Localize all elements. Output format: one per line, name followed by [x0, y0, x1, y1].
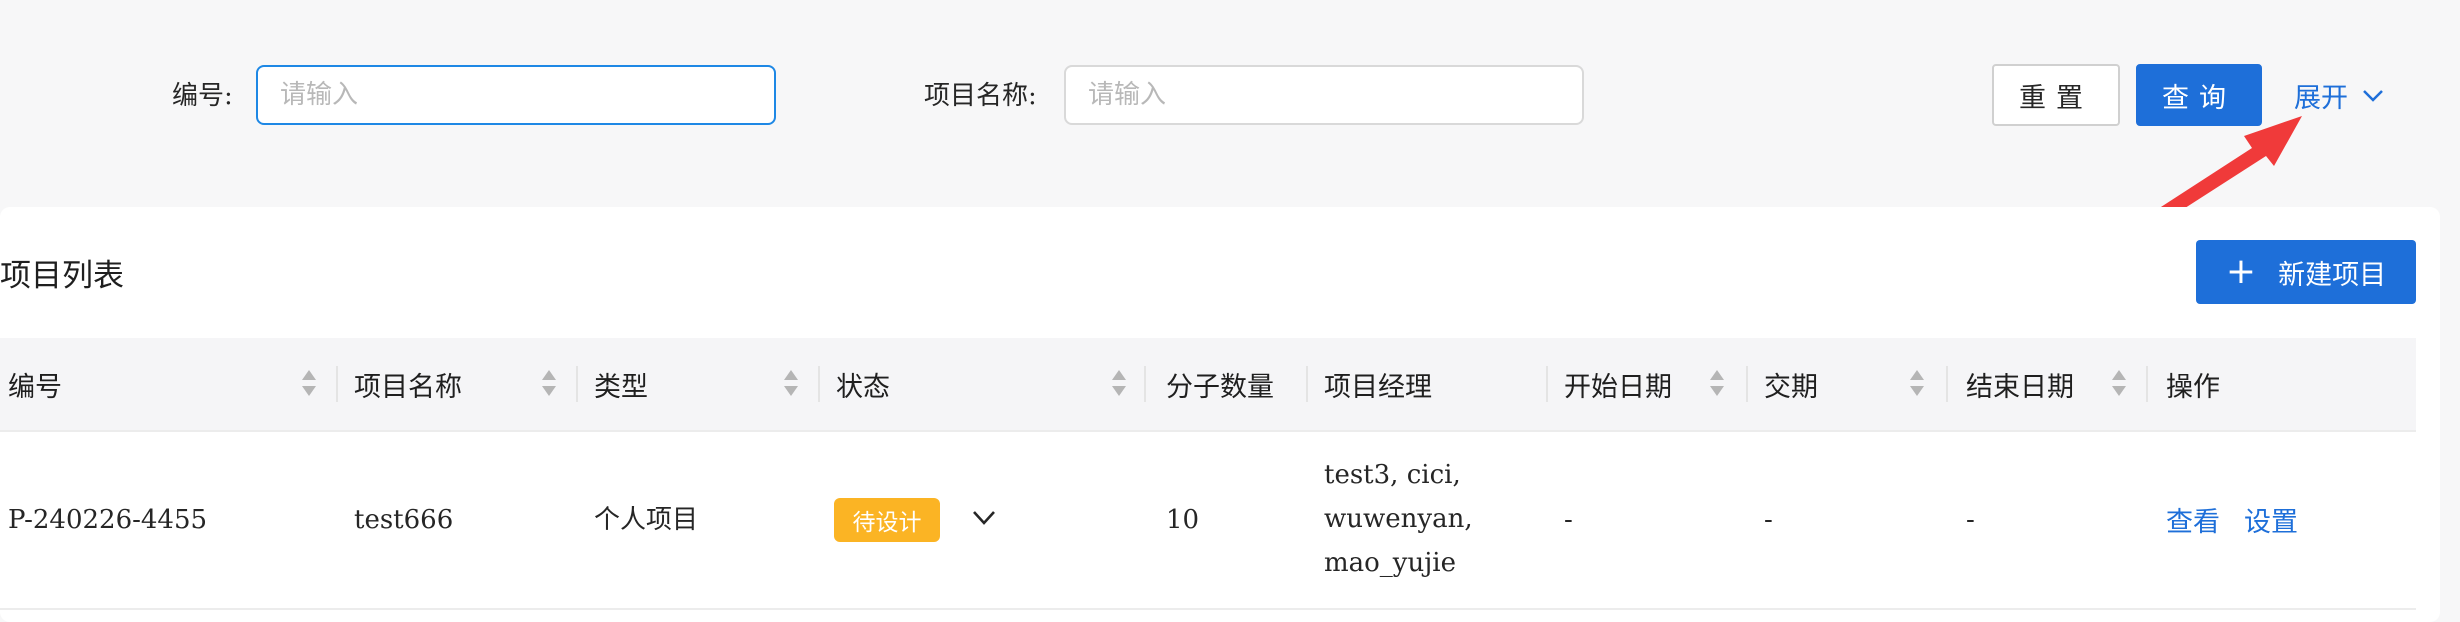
- cell-manager-line: test3, cici,: [1324, 460, 1461, 490]
- sort-icon[interactable]: [1708, 368, 1726, 398]
- column-header-end-date[interactable]: 结束日期: [1966, 338, 2074, 430]
- column-header-project-name[interactable]: 项目名称: [354, 338, 462, 430]
- column-divider: [818, 366, 820, 402]
- column-header-start-date[interactable]: 开始日期: [1564, 338, 1672, 430]
- code-filter-input[interactable]: [256, 65, 776, 125]
- column-header-type[interactable]: 类型: [594, 338, 648, 430]
- new-project-label: 新建项目: [2278, 259, 2387, 291]
- settings-link[interactable]: 设置: [2244, 500, 2298, 539]
- status-badge: 待设计: [834, 498, 940, 542]
- sort-icon[interactable]: [540, 368, 558, 398]
- column-divider: [1546, 366, 1548, 402]
- reset-button[interactable]: 重置: [1992, 64, 2120, 126]
- cell-end-date: -: [1966, 505, 1975, 535]
- cell-project-name: test666: [354, 505, 454, 535]
- column-divider: [2146, 366, 2148, 402]
- column-header-project-manager: 项目经理: [1324, 371, 1432, 403]
- column-divider: [576, 366, 578, 402]
- column-header-molecule-count: 分子数量: [1166, 371, 1274, 403]
- plus-icon: +: [2225, 251, 2257, 292]
- column-header-code[interactable]: 编号: [8, 338, 62, 430]
- cell-manager-line: mao_yujie: [1324, 548, 1457, 578]
- project-name-filter-label: 项目名称:: [924, 81, 1037, 111]
- cell-start-date: -: [1564, 505, 1573, 535]
- column-header-actions: 操作: [2166, 371, 2220, 403]
- column-divider: [1306, 366, 1308, 402]
- project-name-filter-input[interactable]: [1064, 65, 1584, 125]
- column-divider: [1946, 366, 1948, 402]
- sort-icon[interactable]: [300, 368, 318, 398]
- new-project-button[interactable]: + 新建项目: [2196, 240, 2416, 304]
- column-divider: [1144, 366, 1146, 402]
- sort-icon[interactable]: [1110, 368, 1128, 398]
- cell-molecule-count: 10: [1166, 505, 1200, 535]
- chevron-down-icon: [2363, 89, 2383, 102]
- filter-bar: 编号: 项目名称: 重置 查询 展开: [0, 0, 2460, 175]
- code-filter-label: 编号:: [172, 81, 233, 111]
- column-divider: [1746, 366, 1748, 402]
- cell-type: 个人项目: [594, 505, 699, 535]
- cell-code: P-240226-4455: [8, 505, 208, 535]
- chevron-down-icon[interactable]: [972, 510, 996, 526]
- sort-icon[interactable]: [1908, 368, 1926, 398]
- sort-icon[interactable]: [2110, 368, 2128, 398]
- view-link[interactable]: 查看: [2166, 500, 2220, 539]
- panel-title: 项目列表: [0, 258, 124, 294]
- cell-delivery: -: [1764, 505, 1773, 535]
- table-header: 编号 项目名称 类型 状态 分子数量 项目经理 开始日期 交期 结束日期 操作: [0, 338, 2416, 432]
- column-divider: [336, 366, 338, 402]
- cell-manager-line: wuwenyan,: [1324, 504, 1473, 534]
- column-header-status[interactable]: 状态: [836, 338, 890, 430]
- sort-icon[interactable]: [782, 368, 800, 398]
- column-header-delivery[interactable]: 交期: [1764, 338, 1818, 430]
